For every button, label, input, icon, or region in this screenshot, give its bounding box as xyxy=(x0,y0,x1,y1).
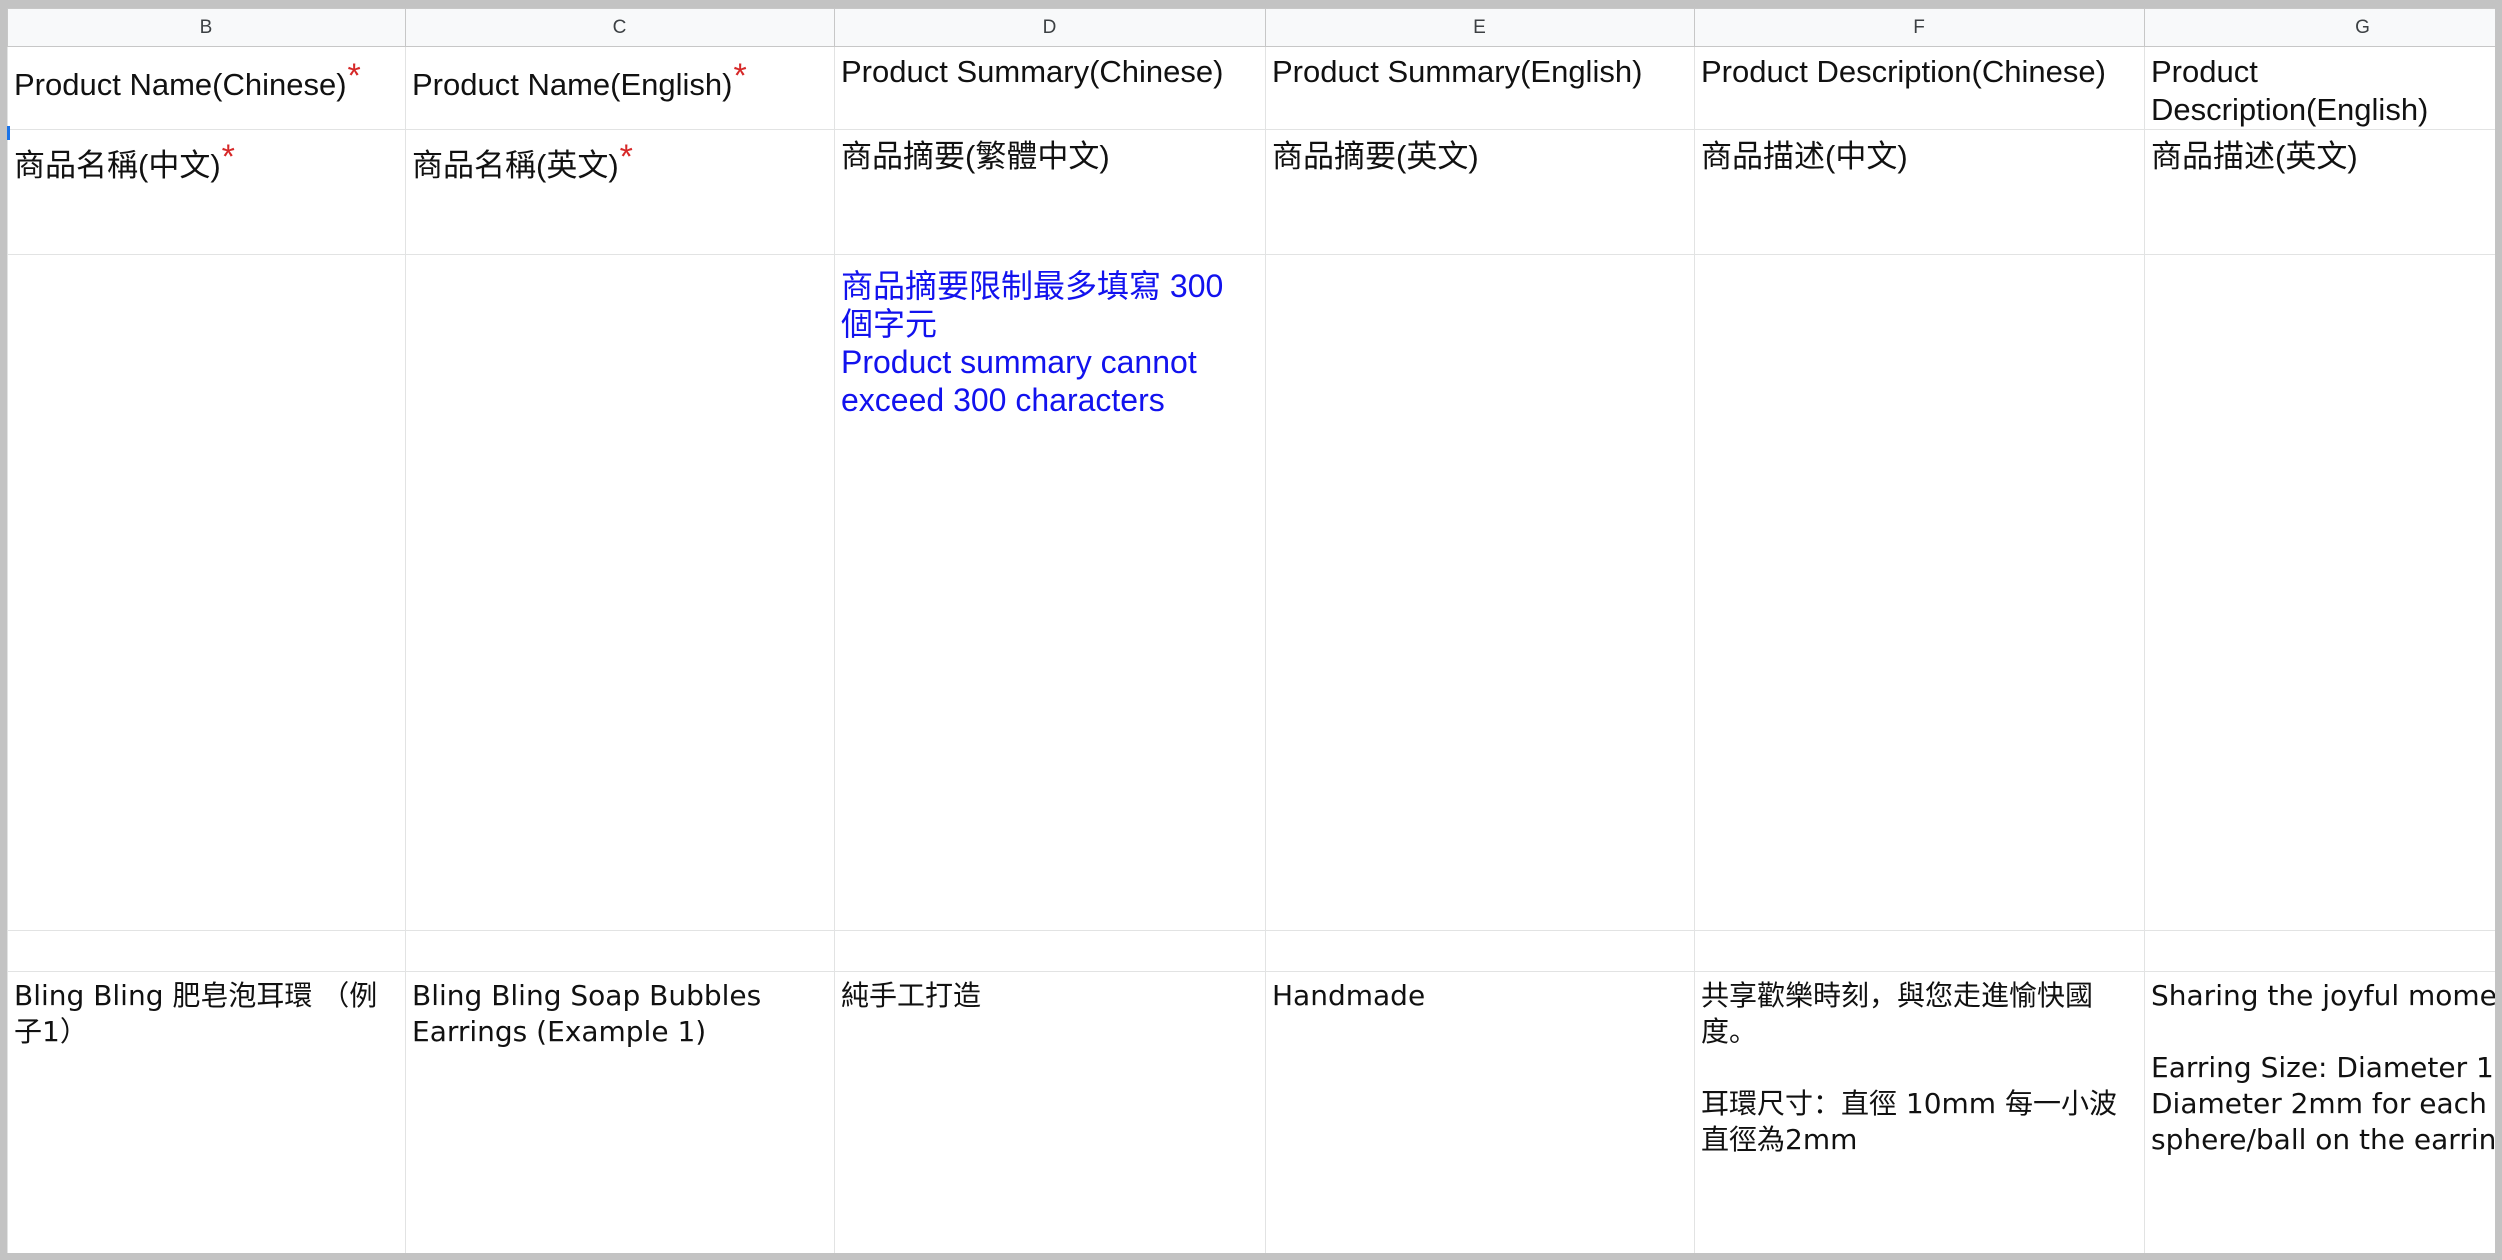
required-marker: * xyxy=(221,138,235,176)
cell-c-empty[interactable] xyxy=(405,930,835,972)
notes-row: 商品摘要限制最多填寫 300 個字元 Product summary canno… xyxy=(7,254,2495,931)
description-paragraph: 共享歡樂時刻，與您走進愉快國度。 xyxy=(1701,979,2094,1048)
cell-e-notes[interactable] xyxy=(1265,254,1695,931)
header-label: Product Name(English) xyxy=(412,67,733,102)
column-header-c[interactable]: C xyxy=(405,8,835,47)
empty-row xyxy=(7,930,2495,972)
header-label: Product Summary(Chinese) xyxy=(841,54,1224,89)
header-label: 商品摘要(英文) xyxy=(1272,139,1479,174)
description-paragraph: Earring Size: Diameter 10mm xyxy=(2151,1051,2495,1084)
column-header-b[interactable]: B xyxy=(7,8,406,47)
selection-marker xyxy=(7,126,10,140)
description-paragraph: 耳環尺寸：直徑 10mm 每一小波直徑為2mm xyxy=(1701,1087,2117,1156)
column-header-g[interactable]: G xyxy=(2144,8,2495,47)
description-paragraph: Diameter 2mm for each little sphere/ball… xyxy=(2151,1087,2497,1156)
header-label: 商品摘要(繁體中文) xyxy=(841,139,1110,174)
cell-c-example[interactable]: Bling Bling Soap Bubbles Earrings (Examp… xyxy=(405,971,835,1253)
example-product-name-zh: Bling Bling 肥皂泡耳環 （例子1） xyxy=(14,979,378,1048)
sheet-table: B C D E F G Product Name(Chinese)* Produ… xyxy=(7,8,2502,1253)
cell-f-example[interactable]: 共享歡樂時刻，與您走進愉快國度。 耳環尺寸：直徑 10mm 每一小波直徑為2mm xyxy=(1694,971,2145,1253)
header-label: Product Name(Chinese) xyxy=(14,67,347,102)
header-label: Product Summary(English) xyxy=(1272,54,1643,89)
required-marker: * xyxy=(347,57,361,95)
cell-e-empty[interactable] xyxy=(1265,930,1695,972)
cell-f-empty[interactable] xyxy=(1694,930,2145,972)
cell-c-notes[interactable] xyxy=(405,254,835,931)
cell-e-header-en[interactable]: Product Summary(English) xyxy=(1265,46,1695,130)
header-label: 商品名稱(中文) xyxy=(14,148,221,183)
cell-b-header-zh[interactable]: 商品名稱(中文)* xyxy=(7,129,406,255)
cell-g-example[interactable]: Sharing the joyful moment. Earring Size:… xyxy=(2144,971,2502,1253)
header-row-english: Product Name(Chinese)* Product Name(Engl… xyxy=(7,46,2495,130)
example-summary-en: Handmade xyxy=(1272,979,1426,1012)
column-header-d[interactable]: D xyxy=(834,8,1266,47)
summary-limit-note-zh: 商品摘要限制最多填寫 300 個字元 xyxy=(841,268,1224,342)
cell-d-header-zh[interactable]: 商品摘要(繁體中文) xyxy=(834,129,1266,255)
header-label: 商品描述(中文) xyxy=(1701,139,1908,174)
cell-d-notes[interactable]: 商品摘要限制最多填寫 300 個字元 Product summary canno… xyxy=(834,254,1266,931)
cell-c-header-zh[interactable]: 商品名稱(英文)* xyxy=(405,129,835,255)
header-label: 商品描述(英文) xyxy=(2151,139,2358,174)
cell-f-notes[interactable] xyxy=(1694,254,2145,931)
description-paragraph: Sharing the joyful moment. xyxy=(2151,979,2502,1012)
cell-d-empty[interactable] xyxy=(834,930,1266,972)
example-row: Bling Bling 肥皂泡耳環 （例子1） Bling Bling Soap… xyxy=(7,971,2502,1253)
example-description-zh: 共享歡樂時刻，與您走進愉快國度。 耳環尺寸：直徑 10mm 每一小波直徑為2mm xyxy=(1696,973,2144,1159)
column-header-row: B C D E F G xyxy=(7,8,2495,47)
cell-b-header-en[interactable]: Product Name(Chinese)* xyxy=(7,46,406,130)
header-label: 商品名稱(英文) xyxy=(412,148,619,183)
column-header-e[interactable]: E xyxy=(1265,8,1695,47)
cell-d-header-en[interactable]: Product Summary(Chinese) xyxy=(834,46,1266,130)
cell-g-header-zh[interactable]: 商品描述(英文) xyxy=(2144,129,2495,255)
cell-f-header-en[interactable]: Product Description(Chinese) xyxy=(1694,46,2145,130)
cell-e-header-zh[interactable]: 商品摘要(英文) xyxy=(1265,129,1695,255)
header-label: Product Description(English) xyxy=(2151,54,2429,127)
cell-b-notes[interactable] xyxy=(7,254,406,931)
cell-b-empty[interactable] xyxy=(7,930,406,972)
cell-g-empty[interactable] xyxy=(2144,930,2495,972)
header-label: Product Description(Chinese) xyxy=(1701,54,2106,89)
example-description-en: Sharing the joyful moment. Earring Size:… xyxy=(2146,973,2502,1159)
example-summary-zh: 純手工打造 xyxy=(841,979,982,1012)
cell-e-example[interactable]: Handmade xyxy=(1265,971,1695,1253)
spreadsheet-grid[interactable]: B C D E F G Product Name(Chinese)* Produ… xyxy=(0,0,2502,1260)
required-marker: * xyxy=(619,138,633,176)
cell-f-header-zh[interactable]: 商品描述(中文) xyxy=(1694,129,2145,255)
column-header-f[interactable]: F xyxy=(1694,8,2145,47)
cell-d-example[interactable]: 純手工打造 xyxy=(834,971,1266,1253)
cell-c-header-en[interactable]: Product Name(English)* xyxy=(405,46,835,130)
cell-b-example[interactable]: Bling Bling 肥皂泡耳環 （例子1） xyxy=(7,971,406,1253)
header-row-chinese: 商品名稱(中文)* 商品名稱(英文)* 商品摘要(繁體中文) 商品摘要(英文) … xyxy=(7,129,2495,255)
cell-g-notes[interactable] xyxy=(2144,254,2495,931)
example-product-name-en: Bling Bling Soap Bubbles Earrings (Examp… xyxy=(412,979,762,1048)
summary-limit-note-en: Product summary cannot exceed 300 charac… xyxy=(841,344,1197,418)
cell-g-header-en[interactable]: Product Description(English) xyxy=(2144,46,2495,130)
required-marker: * xyxy=(733,57,747,95)
